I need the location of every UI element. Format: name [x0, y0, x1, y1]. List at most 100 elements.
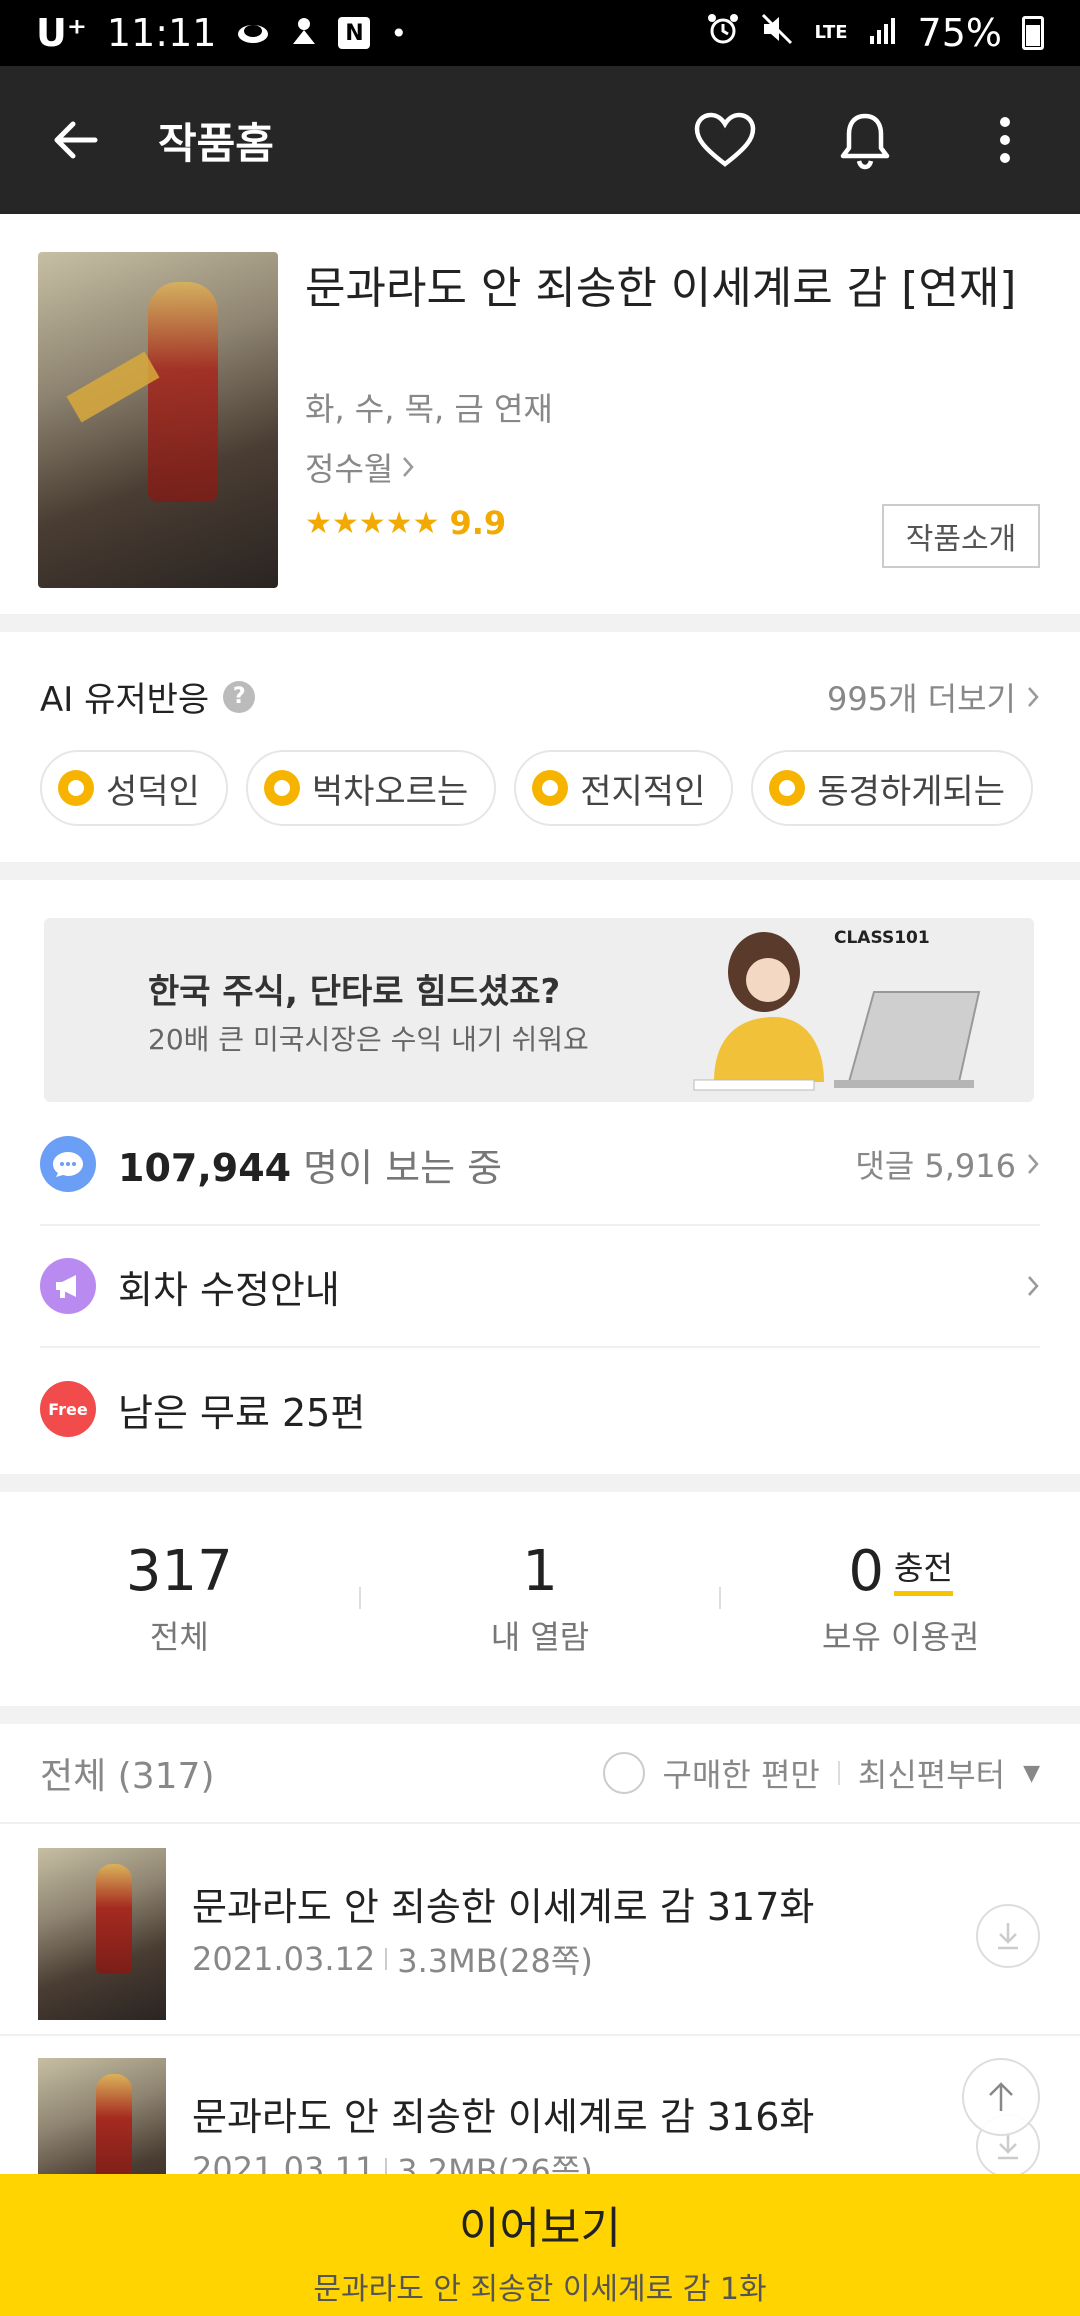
network-type: LTE [814, 22, 848, 43]
download-icon [998, 1923, 1018, 1950]
series-header: 문과라도 안 죄송한 이세계로 감 [연재] 화, 수, 목, 금 연재 정수월… [0, 214, 1080, 614]
coin-icon [58, 770, 94, 806]
continue-reading-label: 이어보기 [459, 2203, 621, 2254]
ai-reactions-more-link[interactable]: 995개 더보기 [827, 674, 1040, 720]
person-alert-icon [290, 11, 318, 55]
caret-down-icon[interactable]: ▼ [1023, 1761, 1040, 1786]
page-title: 작품홈 [158, 118, 274, 168]
purchased-only-label[interactable]: 구매한 편만 [663, 1750, 820, 1796]
episode-notice-row[interactable]: 회차 수정안내 [40, 1226, 1040, 1348]
episode-title: 문과라도 안 죄송한 이세계로 감 317화 [192, 1885, 815, 1929]
battery-icon [1022, 16, 1044, 50]
bell-icon [840, 113, 890, 170]
filter-divider [837, 1761, 840, 1785]
ad-headline: 한국 주식, 단타로 힘드셨죠? [148, 972, 561, 1012]
purchased-only-radio[interactable] [602, 1752, 645, 1794]
help-icon[interactable]: ? [223, 680, 256, 713]
cloud-icon [236, 11, 270, 55]
stat-tickets: 0 충전 보유 이용권 [721, 1539, 1080, 1658]
battery-percent: 75% [917, 11, 1002, 55]
stats-summary: 317 전체 1 내 열람 0 충전 보유 이용권 [0, 1490, 1080, 1706]
episode-list-header: 전체 (317) 구매한 편만 최신편부터 ▼ [0, 1724, 1080, 1824]
viewers-row[interactable]: 107,944 명이 보는 중 댓글 5,916 [40, 1104, 1040, 1226]
ai-more-label: 995개 더보기 [826, 679, 1016, 718]
chevron-right-icon [1028, 1154, 1039, 1174]
continue-reading-episode: 문과라도 안 죄송한 이세계로 감 1화 [313, 2272, 767, 2307]
notification-button[interactable] [830, 105, 900, 175]
reaction-chip[interactable]: 전지적인 [514, 750, 734, 826]
charge-button[interactable]: 충전 [894, 1543, 953, 1596]
scroll-to-top-button[interactable] [962, 2058, 1040, 2136]
series-schedule: 화, 수, 목, 금 연재 [305, 390, 553, 428]
author-name: 정수월 [305, 450, 394, 488]
ticket-count: 0 [848, 1538, 885, 1604]
free-badge-icon: Free [40, 1381, 96, 1437]
reaction-chip[interactable]: 동경하게되는 [751, 750, 1034, 826]
series-cover-image [38, 252, 278, 588]
favorite-button[interactable] [690, 105, 760, 175]
episode-date: 2021.03.12 [192, 1940, 376, 1978]
download-button[interactable] [976, 1904, 1040, 1968]
ad-banner[interactable]: 한국 주식, 단타로 힘드셨죠? 20배 큰 미국시장은 수익 내기 쉬워요 C… [44, 918, 1034, 1102]
section-divider [0, 1706, 1080, 1724]
episode-thumbnail [38, 1848, 166, 2020]
stat-read: 1 내 열람 [361, 1539, 720, 1658]
reaction-chip[interactable]: 성덕인 [40, 750, 228, 826]
megaphone-icon [40, 1258, 96, 1314]
status-bar: U⁺ 11:11 N • LTE 75% [0, 0, 1080, 66]
viewer-count-suffix: 명이 보는 중 [303, 1145, 503, 1190]
sort-dropdown[interactable]: 최신편부터 [858, 1750, 1005, 1796]
continue-reading-button[interactable]: 이어보기 문과라도 안 죄송한 이세계로 감 1화 [0, 2174, 1080, 2316]
heart-icon [694, 112, 756, 167]
chevron-right-icon [1028, 1276, 1039, 1296]
arrow-up-icon [989, 2082, 1013, 2111]
more-notifications-dot: • [390, 16, 407, 50]
ad-illustration [693, 932, 981, 1091]
ticket-label: 보유 이용권 [821, 1617, 980, 1656]
mute-icon [760, 11, 794, 55]
alarm-icon [706, 11, 740, 55]
read-label: 내 열람 [490, 1617, 590, 1656]
chip-label: 벅차오르는 [311, 771, 469, 812]
coin-icon [263, 770, 300, 806]
signal-icon [868, 11, 898, 55]
section-divider [0, 614, 1080, 632]
more-options-button[interactable] [970, 105, 1040, 175]
back-button[interactable] [40, 105, 110, 175]
chevron-right-icon [1028, 686, 1039, 707]
reaction-chip[interactable]: 벅차오르는 [245, 750, 497, 826]
ai-reactions-section: AI 유저반응 ? 995개 더보기 성덕인 벅차오르는 전지적인 동경하게되는 [0, 632, 1080, 862]
stat-total: 317 전체 [0, 1539, 359, 1658]
total-episodes-label: 전체 [149, 1617, 209, 1656]
read-count: 1 [522, 1538, 558, 1604]
chevron-right-icon [403, 457, 415, 477]
ai-reactions-title: AI 유저반응 [40, 680, 210, 720]
naver-notification-icon: N [338, 17, 371, 49]
comments-link[interactable]: 댓글 5,916 [855, 1141, 1040, 1187]
chip-label: 성덕인 [106, 771, 200, 812]
section-divider [0, 862, 1080, 880]
comments-count: 댓글 5,916 [855, 1147, 1016, 1185]
ad-subline: 20배 큰 미국시장은 수익 내기 쉬워요 [148, 1023, 589, 1056]
chat-bubble-icon [40, 1136, 96, 1192]
app-bar: 작품홈 [0, 66, 1080, 214]
free-episodes-row: Free 남은 무료 25편 [40, 1348, 1040, 1470]
more-vertical-icon [1000, 117, 1010, 163]
meta-divider [385, 1948, 388, 1970]
arrow-left-icon [54, 121, 98, 159]
status-time: 11:11 [106, 11, 217, 55]
ad-brand-logo: CLASS101 [834, 928, 930, 948]
series-intro-button[interactable]: 작품소개 [882, 504, 1040, 568]
series-title: 문과라도 안 죄송한 이세계로 감 [연재] [305, 263, 1017, 314]
total-episodes-count: 317 [125, 1538, 233, 1604]
carrier-label: U⁺ [36, 11, 87, 55]
episode-item[interactable]: 문과라도 안 죄송한 이세계로 감 317화 2021.03.12 3.3MB(… [0, 1826, 1080, 2036]
chip-label: 동경하게되는 [817, 771, 1006, 812]
episode-list-count: 전체 (317) [40, 1756, 215, 1797]
viewer-count: 107,944 [118, 1145, 292, 1190]
coin-icon [532, 770, 569, 806]
series-author-link[interactable]: 정수월 [305, 444, 1045, 490]
episode-size: 3.3MB(28쪽) [397, 1942, 593, 1980]
episode-title: 문과라도 안 죄송한 이세계로 감 316화 [192, 2095, 815, 2139]
rating-stars: ★★★★★ [305, 505, 440, 541]
